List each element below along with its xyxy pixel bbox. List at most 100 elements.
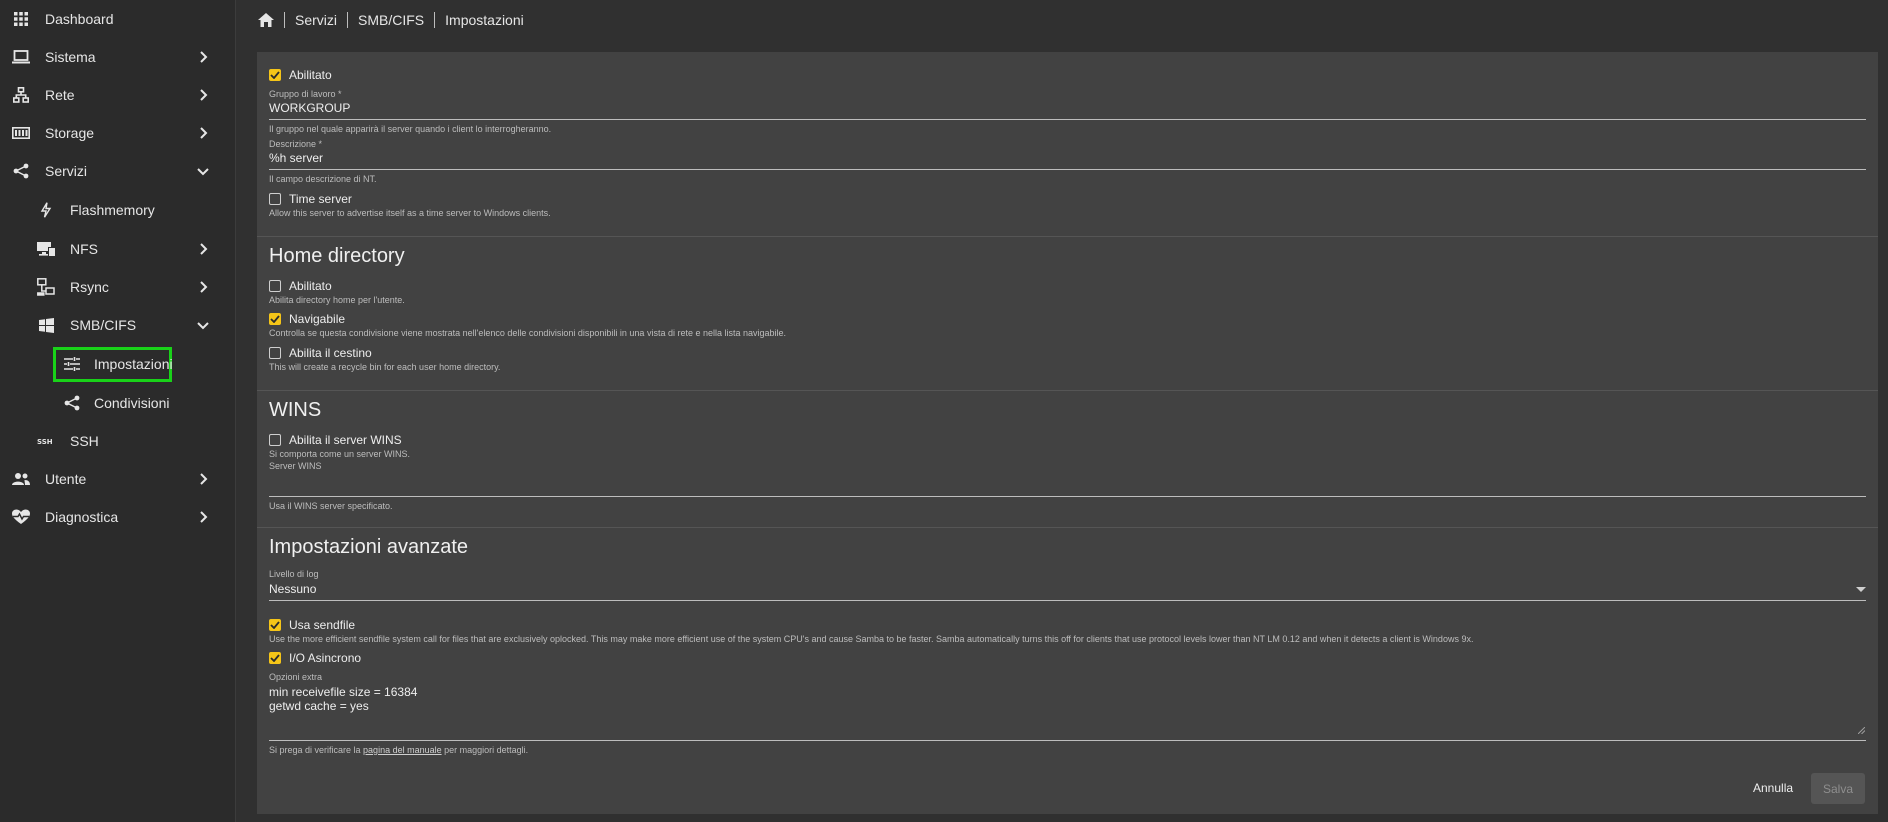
- sendfile-hint: Use the more efficient sendfile system c…: [269, 634, 1474, 644]
- log-level-select[interactable]: Nessuno: [269, 582, 316, 596]
- browsable-checkbox[interactable]: Navigabile: [269, 312, 345, 326]
- aio-checkbox[interactable]: I/O Asincrono: [269, 651, 361, 665]
- breadcrumb-smb-cifs[interactable]: SMB/CIFS: [358, 12, 424, 28]
- cancel-button[interactable]: Annulla: [1753, 781, 1793, 795]
- enabled-checkbox[interactable]: Abilitato: [269, 68, 332, 82]
- sidebar-item-dashboard[interactable]: Dashboard: [0, 1, 236, 37]
- storage-icon: [11, 123, 31, 143]
- sidebar-item-label: Rete: [45, 87, 75, 103]
- extra-options-label: Opzioni extra: [269, 672, 323, 682]
- sidebar-item-label: SSH: [70, 433, 99, 449]
- checkbox-checked-icon: [269, 69, 281, 81]
- sidebar-item-label: SMB/CIFS: [70, 317, 137, 333]
- sidebar-item-servizi[interactable]: Servizi: [0, 153, 236, 189]
- sidebar-item-label: Condivisioni: [94, 395, 170, 411]
- recycle-checkbox[interactable]: Abilita il cestino: [269, 346, 372, 360]
- wins-server-field-hint: Usa il WINS server specificato.: [269, 501, 393, 511]
- manual-hint-prefix: Si prega di verificare la: [269, 745, 364, 755]
- sidebar-item-condivisioni[interactable]: Condivisioni: [0, 385, 236, 421]
- recycle-label: Abilita il cestino: [289, 346, 372, 360]
- section-divider: [257, 236, 1878, 237]
- sidebar-item-sistema[interactable]: Sistema: [0, 39, 236, 75]
- sendfile-checkbox[interactable]: Usa sendfile: [269, 618, 355, 632]
- checkbox-unchecked-icon: [269, 347, 281, 359]
- sidebar-item-label: Diagnostica: [45, 509, 119, 525]
- checkbox-unchecked-icon: [269, 193, 281, 205]
- home-icon[interactable]: [258, 13, 274, 27]
- apps-grid-icon: [11, 9, 31, 29]
- save-button[interactable]: Salva: [1811, 773, 1865, 804]
- checkbox-checked-icon: [269, 313, 281, 325]
- workgroup-field[interactable]: WORKGROUP: [269, 101, 350, 115]
- advanced-section-title: Impostazioni avanzate: [269, 536, 469, 558]
- sidebar-item-rete[interactable]: Rete: [0, 77, 236, 113]
- wins-server-checkbox[interactable]: Abilita il server WINS: [269, 433, 402, 447]
- chevron-right-icon: [200, 243, 208, 255]
- svg-text:SSH: SSH: [37, 438, 53, 445]
- browsable-label: Navigabile: [289, 312, 346, 326]
- sidebar-item-ssh[interactable]: SSH SSH: [0, 423, 236, 459]
- sidebar-item-impostazioni[interactable]: Impostazioni: [0, 346, 236, 382]
- description-field[interactable]: %h server: [269, 151, 323, 165]
- sidebar-item-rsync[interactable]: Rsync: [0, 269, 236, 305]
- sidebar-item-label: Flashmemory: [70, 202, 155, 218]
- extra-options-textarea[interactable]: min receivefile size = 16384 getwd cache…: [269, 685, 1866, 745]
- wins-server-label: Abilita il server WINS: [289, 433, 402, 447]
- share-icon: [11, 161, 31, 181]
- laptop-icon: [11, 47, 31, 67]
- sidebar-item-nfs[interactable]: NFS: [0, 231, 236, 267]
- wins-section-title: WINS: [269, 399, 322, 421]
- dropdown-arrow-icon[interactable]: [1856, 587, 1866, 592]
- wins-server-field[interactable]: [269, 473, 1866, 489]
- timeserver-checkbox[interactable]: Time server: [269, 192, 352, 206]
- section-divider: [257, 527, 1878, 528]
- checkbox-unchecked-icon: [269, 434, 281, 446]
- chevron-right-icon: [200, 281, 208, 293]
- resize-handle-icon[interactable]: [1858, 727, 1865, 734]
- home-enabled-checkbox[interactable]: Abilitato: [269, 279, 332, 293]
- breadcrumb: Servizi SMB/CIFS Impostazioni: [236, 0, 1888, 40]
- sidebar-item-storage[interactable]: Storage: [0, 115, 236, 151]
- share-icon: [62, 393, 82, 413]
- description-hint: Il campo descrizione di NT.: [269, 174, 377, 184]
- chevron-right-icon: [200, 89, 208, 101]
- sidebar: Dashboard Sistema Rete Storage Servizi F: [0, 0, 236, 822]
- browsable-hint: Controlla se questa condivisione viene m…: [269, 328, 787, 338]
- chevron-right-icon: [200, 51, 208, 63]
- wins-server-underline: [269, 496, 1866, 497]
- sidebar-item-diagnostica[interactable]: Diagnostica: [0, 499, 236, 535]
- timeserver-label: Time server: [289, 192, 352, 206]
- breadcrumb-servizi[interactable]: Servizi: [295, 12, 337, 28]
- settings-form: Abilitato Gruppo di lavoro * WORKGROUP I…: [257, 52, 1878, 814]
- sidebar-item-utente[interactable]: Utente: [0, 461, 236, 497]
- home-enabled-label: Abilitato: [289, 279, 332, 293]
- breadcrumb-separator: [434, 12, 436, 28]
- home-enabled-hint: Abilita directory home per l'utente.: [269, 295, 405, 305]
- heart-pulse-icon: [11, 507, 31, 527]
- sidebar-item-label: Impostazioni: [94, 356, 173, 372]
- log-level-label: Livello di log: [269, 569, 319, 579]
- nfs-icon: [36, 239, 56, 259]
- extra-options-underline: [269, 740, 1866, 741]
- breadcrumb-impostazioni: Impostazioni: [445, 12, 524, 28]
- workgroup-underline: [269, 119, 1866, 120]
- sidebar-item-smb-cifs[interactable]: SMB/CIFS: [0, 307, 236, 343]
- chevron-right-icon: [200, 473, 208, 485]
- sidebar-item-label: Servizi: [45, 163, 88, 179]
- sidebar-item-label: Dashboard: [45, 11, 114, 27]
- sendfile-label: Usa sendfile: [289, 618, 356, 632]
- sidebar-item-label: Sistema: [45, 49, 96, 65]
- windows-icon: [36, 315, 56, 335]
- checkbox-checked-icon: [269, 652, 281, 664]
- breadcrumb-separator: [347, 12, 349, 28]
- sidebar-item-flashmemory[interactable]: Flashmemory: [0, 192, 236, 228]
- section-divider: [257, 390, 1878, 391]
- description-underline: [269, 169, 1866, 170]
- checkbox-checked-icon: [269, 619, 281, 631]
- manual-page-link[interactable]: pagina del manuale: [363, 745, 442, 755]
- wins-server-hint: Si comporta come un server WINS.: [269, 449, 411, 459]
- chevron-down-icon: [197, 168, 209, 176]
- recycle-hint: This will create a recycle bin for each …: [269, 362, 501, 372]
- users-icon: [11, 469, 31, 489]
- sidebar-item-label: NFS: [70, 241, 98, 257]
